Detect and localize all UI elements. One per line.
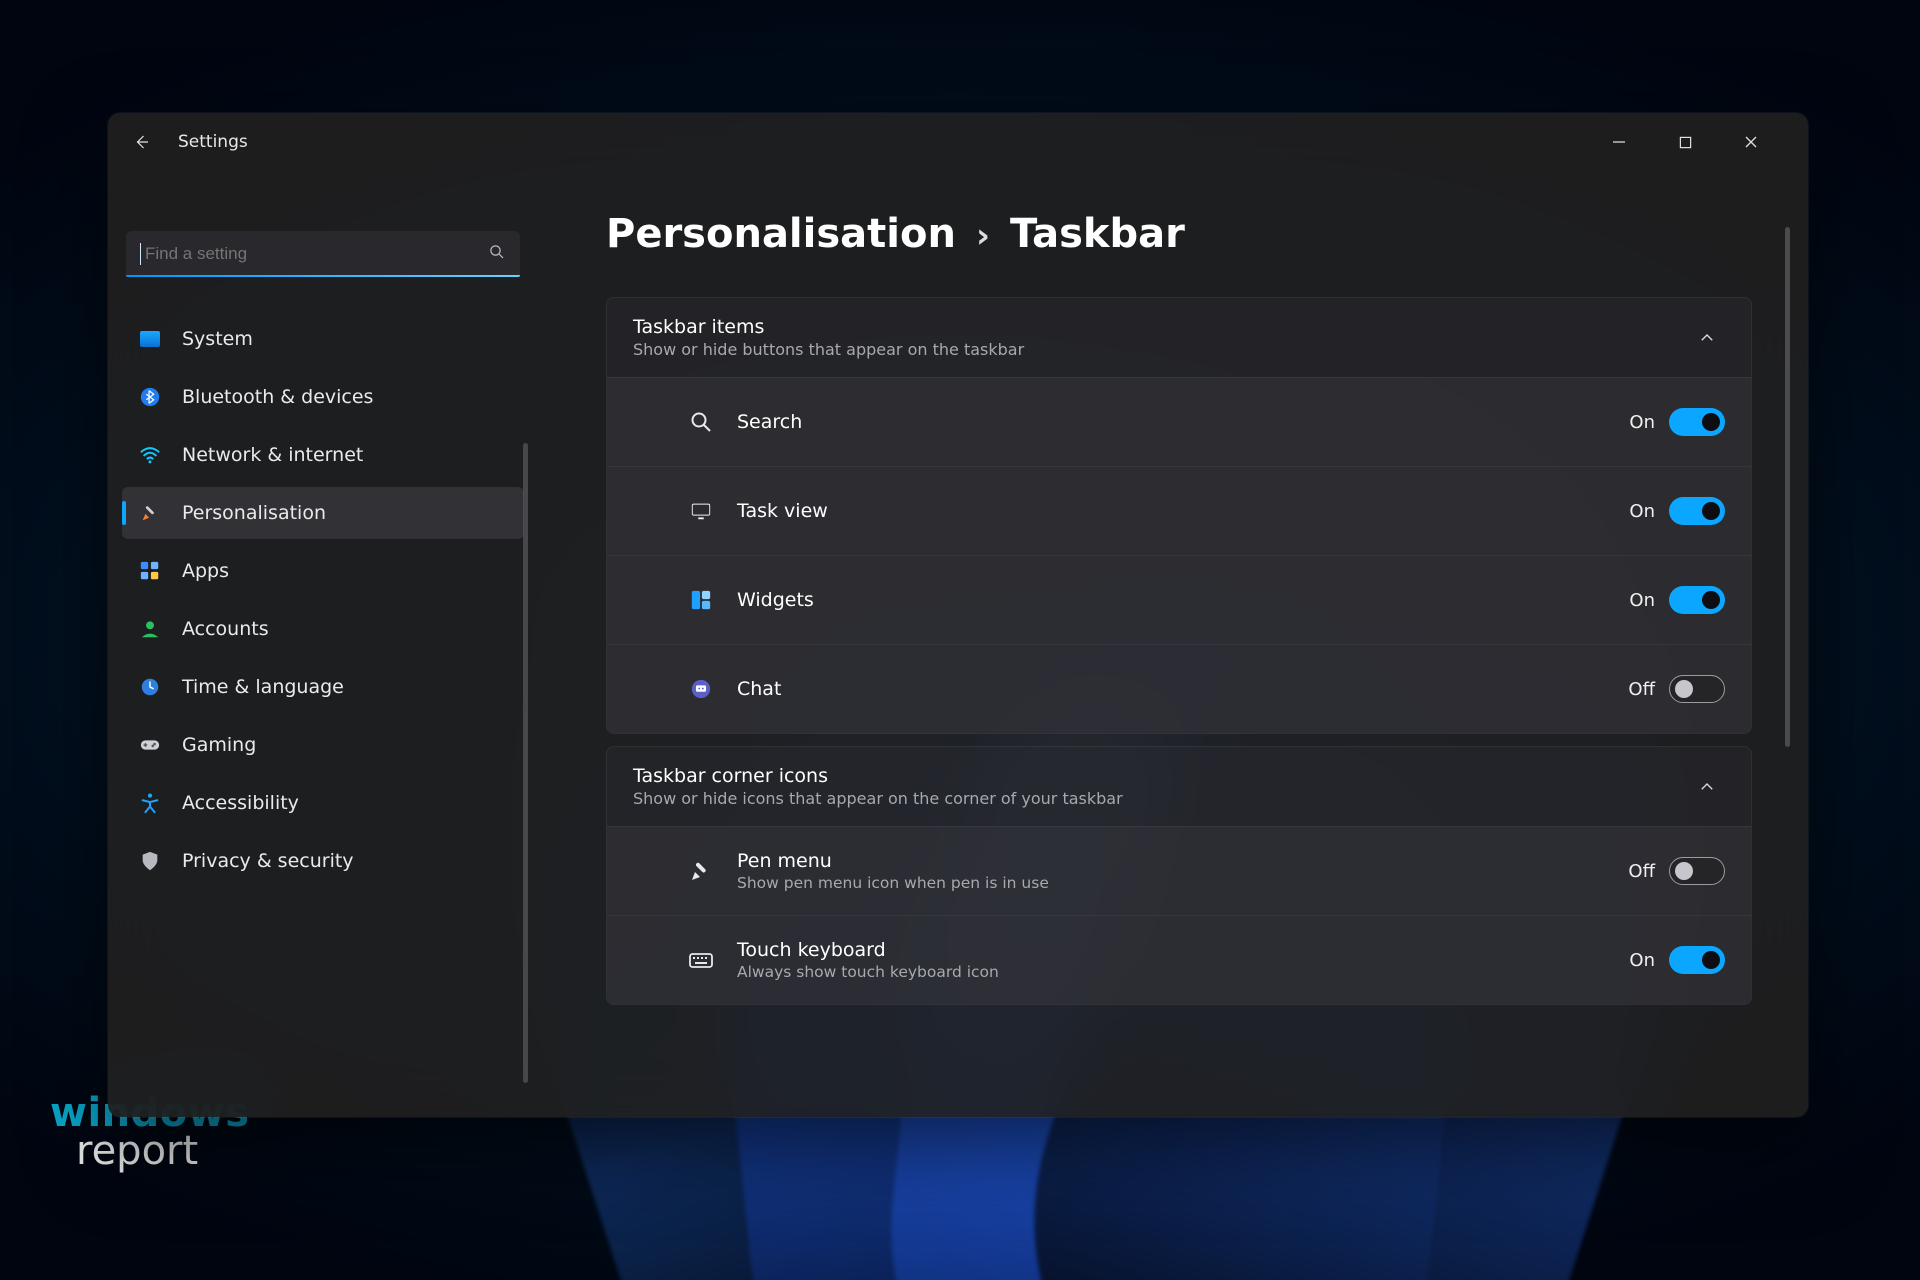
sidebar-item-label: Time & language bbox=[182, 676, 344, 698]
sidebar: System Bluetooth & devices Network & int… bbox=[108, 171, 538, 1117]
window-controls bbox=[1596, 126, 1792, 158]
accessibility-icon bbox=[138, 791, 162, 815]
sidebar-item-accounts[interactable]: Accounts bbox=[122, 603, 524, 655]
panel-header-corner-icons[interactable]: Taskbar corner icons Show or hide icons … bbox=[607, 747, 1751, 826]
setting-row-search[interactable]: Search On bbox=[607, 377, 1751, 466]
sidebar-item-label: Accessibility bbox=[182, 792, 299, 814]
setting-row-task-view[interactable]: Task view On bbox=[607, 466, 1751, 555]
sidebar-item-label: Personalisation bbox=[182, 502, 326, 524]
sidebar-item-label: Bluetooth & devices bbox=[182, 386, 373, 408]
toggle-state-label: On bbox=[1629, 412, 1655, 433]
sidebar-item-bluetooth[interactable]: Bluetooth & devices bbox=[122, 371, 524, 423]
sidebar-nav: System Bluetooth & devices Network & int… bbox=[120, 313, 526, 887]
display-icon bbox=[138, 327, 162, 351]
toggle-state-label: On bbox=[1629, 590, 1655, 611]
panel-subtitle: Show or hide icons that appear on the co… bbox=[633, 789, 1123, 808]
setting-sublabel: Show pen menu icon when pen is in use bbox=[737, 874, 1049, 892]
shield-icon bbox=[138, 849, 162, 873]
setting-label: Touch keyboard bbox=[737, 939, 999, 961]
gamepad-icon bbox=[138, 733, 162, 757]
sidebar-item-system[interactable]: System bbox=[122, 313, 524, 365]
sidebar-item-time-language[interactable]: Time & language bbox=[122, 661, 524, 713]
setting-label: Search bbox=[737, 411, 802, 433]
search-icon bbox=[488, 243, 506, 265]
content-scrollbar[interactable] bbox=[1785, 227, 1790, 747]
maximize-button[interactable] bbox=[1662, 126, 1708, 158]
sidebar-item-accessibility[interactable]: Accessibility bbox=[122, 777, 524, 829]
toggle-task-view[interactable] bbox=[1669, 497, 1725, 525]
breadcrumb-parent[interactable]: Personalisation bbox=[606, 211, 956, 257]
toggle-state-label: On bbox=[1629, 501, 1655, 522]
toggle-state-label: Off bbox=[1628, 679, 1655, 700]
toggle-chat[interactable] bbox=[1669, 675, 1725, 703]
apps-icon bbox=[138, 559, 162, 583]
setting-row-chat[interactable]: Chat Off bbox=[607, 644, 1751, 733]
setting-sublabel: Always show touch keyboard icon bbox=[737, 963, 999, 981]
toggle-state-label: Off bbox=[1628, 861, 1655, 882]
setting-row-touch-keyboard[interactable]: Touch keyboard Always show touch keyboar… bbox=[607, 915, 1751, 1004]
search-icon bbox=[687, 408, 715, 436]
search-field[interactable] bbox=[143, 243, 488, 265]
titlebar: Settings bbox=[108, 113, 1808, 171]
setting-row-widgets[interactable]: Widgets On bbox=[607, 555, 1751, 644]
search-input[interactable] bbox=[126, 231, 520, 277]
setting-label: Widgets bbox=[737, 589, 814, 611]
sidebar-item-network[interactable]: Network & internet bbox=[122, 429, 524, 481]
sidebar-item-label: System bbox=[182, 328, 253, 350]
widgets-icon bbox=[687, 586, 715, 614]
panel-header-taskbar-items[interactable]: Taskbar items Show or hide buttons that … bbox=[607, 298, 1751, 377]
person-icon bbox=[138, 617, 162, 641]
paintbrush-icon bbox=[138, 501, 162, 525]
setting-label: Task view bbox=[737, 500, 828, 522]
setting-label: Pen menu bbox=[737, 850, 1049, 872]
task-view-icon bbox=[687, 497, 715, 525]
toggle-state-label: On bbox=[1629, 950, 1655, 971]
toggle-touch-keyboard[interactable] bbox=[1669, 946, 1725, 974]
sidebar-item-label: Gaming bbox=[182, 734, 256, 756]
panel-title: Taskbar corner icons bbox=[633, 765, 1123, 787]
clock-globe-icon bbox=[138, 675, 162, 699]
sidebar-item-label: Apps bbox=[182, 560, 229, 582]
wifi-icon bbox=[138, 443, 162, 467]
panel-title: Taskbar items bbox=[633, 316, 1024, 338]
settings-window: Settings bbox=[108, 113, 1808, 1117]
minimize-button[interactable] bbox=[1596, 126, 1642, 158]
chat-icon bbox=[687, 675, 715, 703]
toggle-pen-menu[interactable] bbox=[1669, 857, 1725, 885]
setting-row-pen-menu[interactable]: Pen menu Show pen menu icon when pen is … bbox=[607, 826, 1751, 915]
bluetooth-icon bbox=[138, 385, 162, 409]
sidebar-item-label: Network & internet bbox=[182, 444, 363, 466]
back-button[interactable] bbox=[124, 124, 160, 160]
chevron-up-icon bbox=[1689, 320, 1725, 356]
watermark-line2: report bbox=[76, 1132, 250, 1170]
panel-subtitle: Show or hide buttons that appear on the … bbox=[633, 340, 1024, 359]
toggle-widgets[interactable] bbox=[1669, 586, 1725, 614]
text-caret bbox=[140, 243, 141, 265]
sidebar-scrollbar[interactable] bbox=[523, 443, 528, 1083]
close-button[interactable] bbox=[1728, 126, 1774, 158]
sidebar-item-privacy-security[interactable]: Privacy & security bbox=[122, 835, 524, 887]
panel-taskbar-items: Taskbar items Show or hide buttons that … bbox=[606, 297, 1752, 734]
sidebar-item-label: Privacy & security bbox=[182, 850, 354, 872]
sidebar-item-gaming[interactable]: Gaming bbox=[122, 719, 524, 771]
pen-icon bbox=[687, 857, 715, 885]
keyboard-icon bbox=[687, 946, 715, 974]
content-pane: Personalisation › Taskbar Taskbar items … bbox=[538, 171, 1808, 1117]
window-title: Settings bbox=[178, 132, 248, 152]
breadcrumb: Personalisation › Taskbar bbox=[606, 211, 1752, 257]
sidebar-item-apps[interactable]: Apps bbox=[122, 545, 524, 597]
chevron-right-icon: › bbox=[976, 216, 990, 256]
toggle-search[interactable] bbox=[1669, 408, 1725, 436]
sidebar-item-personalisation[interactable]: Personalisation bbox=[122, 487, 524, 539]
panel-corner-icons: Taskbar corner icons Show or hide icons … bbox=[606, 746, 1752, 1005]
page-title: Taskbar bbox=[1010, 211, 1185, 257]
chevron-up-icon bbox=[1689, 769, 1725, 805]
sidebar-item-label: Accounts bbox=[182, 618, 269, 640]
setting-label: Chat bbox=[737, 678, 781, 700]
